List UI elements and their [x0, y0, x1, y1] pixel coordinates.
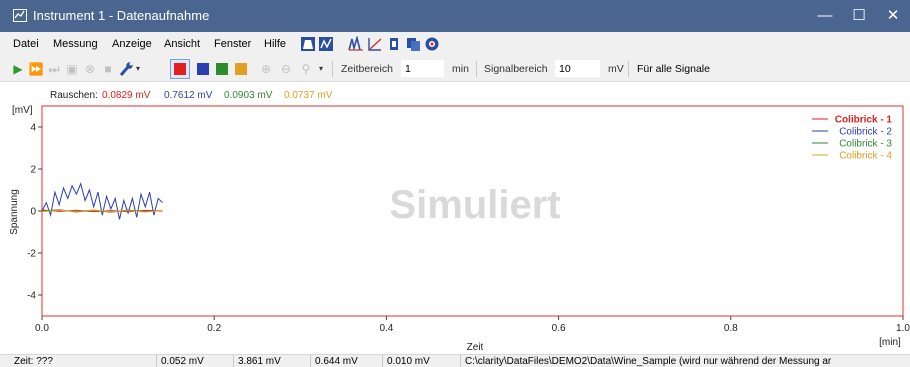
- menu-datei[interactable]: Datei: [13, 38, 39, 50]
- minimize-button[interactable]: —: [808, 0, 842, 32]
- flask-icon[interactable]: [300, 36, 316, 52]
- zoom-dropdown-chevron-icon[interactable]: ▾: [317, 60, 325, 78]
- legend-label-1: Colibrick - 1: [835, 115, 893, 126]
- y-axis-title-group: Spannung: [9, 189, 20, 235]
- signalbereich-unit: mV: [608, 63, 624, 75]
- signal-chart[interactable]: [mV] Simuliert Spannung 4 2 0 -2 -4 0.0 0.2 0.4…: [0, 100, 910, 355]
- y-axis-title: Spannung: [9, 189, 20, 235]
- fast-forward-icon[interactable]: ⏩: [28, 60, 44, 78]
- window-title: Instrument 1 - Datenaufnahme: [33, 8, 210, 23]
- toolbar: ▶ ⏩ ⏭ ▣ ⊗ ■ ▾ ⊕ ⊖ ⚲ ▾ Zeitbereich 1 min …: [0, 56, 910, 82]
- menu-bar: Datei Messung Anzeige Ansicht Fenster Hi…: [0, 32, 910, 56]
- close-button[interactable]: ✕: [876, 0, 910, 32]
- status-value-3: 0.644 mV: [310, 355, 382, 367]
- status-value-4: 0.010 mV: [382, 355, 460, 367]
- wrench-icon[interactable]: [118, 60, 134, 78]
- chart-app-icon: [13, 9, 27, 22]
- axis-ticks: 4 2 0 -2 -4 0.0 0.2 0.4 0.6 0.8 1.0: [27, 123, 910, 335]
- legend: Colibrick - 1Colibrick - 2Colibrick - 3C…: [812, 115, 892, 162]
- chevron-down-icon[interactable]: ▾: [134, 60, 142, 78]
- y-tick-label: -4: [27, 291, 36, 302]
- status-bar: Zeit: ??? 0.052 mV 3.861 mV 0.644 mV 0.0…: [0, 354, 910, 367]
- application-window: Instrument 1 - Datenaufnahme — ☐ ✕ Datei…: [0, 0, 910, 367]
- series-line-2: [41, 182, 163, 220]
- y-tick-label: -2: [27, 249, 36, 260]
- zoom-in-icon[interactable]: ⊕: [258, 60, 274, 78]
- snapshot-icon[interactable]: ▣: [64, 60, 80, 78]
- x-tick-label: 0.2: [207, 323, 221, 334]
- legend-label-3: Colibrick - 3: [839, 139, 892, 150]
- stop-icon[interactable]: ■: [100, 60, 116, 78]
- legend-label-4: Colibrick - 4: [839, 151, 892, 162]
- device-monitor-icon[interactable]: [424, 36, 440, 52]
- menu-hilfe[interactable]: Hilfe: [264, 38, 286, 50]
- maximize-button[interactable]: ☐: [842, 0, 876, 32]
- menu-ansicht[interactable]: Ansicht: [164, 38, 200, 50]
- zeitbereich-label: Zeitbereich: [341, 63, 393, 75]
- title-bar: Instrument 1 - Datenaufnahme — ☐ ✕: [0, 0, 910, 32]
- status-value-2: 3.861 mV: [233, 355, 310, 367]
- status-value-1: 0.052 mV: [156, 355, 233, 367]
- x-tick-label: 0.0: [35, 323, 49, 334]
- signal-1-swatch: [174, 63, 186, 75]
- simulated-watermark: Simuliert: [389, 183, 560, 227]
- status-data-path: C:\clarity\DataFiles\DEMO2\Data\Wine_Sam…: [460, 355, 896, 367]
- zoom-out-icon[interactable]: ⊖: [278, 60, 294, 78]
- y-tick-label: 2: [30, 165, 36, 176]
- signalbereich-label: Signalbereich: [484, 63, 548, 75]
- menu-fenster[interactable]: Fenster: [214, 38, 251, 50]
- calibration-icon[interactable]: [367, 36, 383, 52]
- signal-2-swatch[interactable]: [197, 63, 209, 75]
- x-tick-label: 0.8: [724, 323, 738, 334]
- step-icon[interactable]: ⏭: [46, 60, 62, 78]
- toolbar-separator: [476, 61, 477, 77]
- y-unit-label: [mV]: [12, 105, 33, 116]
- zoom-icon[interactable]: ⚲: [298, 60, 314, 78]
- signal-1-toggle[interactable]: [170, 59, 190, 79]
- toolbar-separator: [628, 61, 629, 77]
- legend-label-2: Colibrick - 2: [839, 127, 892, 138]
- x-tick-label: 0.6: [552, 323, 566, 334]
- signalbereich-input[interactable]: 10: [555, 60, 600, 77]
- x-tick-label: 1.0: [896, 323, 910, 334]
- abort-icon[interactable]: ⊗: [82, 60, 98, 78]
- vial-icon[interactable]: [386, 36, 402, 52]
- zeitbereich-input[interactable]: 1: [401, 60, 444, 77]
- series-lines: [41, 182, 163, 220]
- menu-messung[interactable]: Messung: [53, 38, 98, 50]
- zeitbereich-unit: min: [452, 63, 469, 75]
- y-tick-label: 4: [30, 123, 36, 134]
- status-zeit: Zeit: ???: [14, 356, 53, 367]
- toolbar-separator: [332, 61, 333, 77]
- sequence-icon[interactable]: [405, 36, 421, 52]
- method-icon[interactable]: [318, 36, 334, 52]
- signal-4-swatch[interactable]: [235, 63, 247, 75]
- x-unit-label: [min]: [879, 337, 901, 348]
- y-tick-label: 0: [30, 207, 36, 218]
- fuer-alle-signale-button[interactable]: Für alle Signale: [637, 63, 710, 75]
- run-icon[interactable]: ▶: [10, 60, 26, 78]
- menu-anzeige[interactable]: Anzeige: [112, 38, 152, 50]
- x-tick-label: 0.4: [379, 323, 393, 334]
- peaks-icon[interactable]: [348, 34, 364, 52]
- signal-3-swatch[interactable]: [216, 63, 228, 75]
- x-axis-title: Zeit: [467, 342, 484, 353]
